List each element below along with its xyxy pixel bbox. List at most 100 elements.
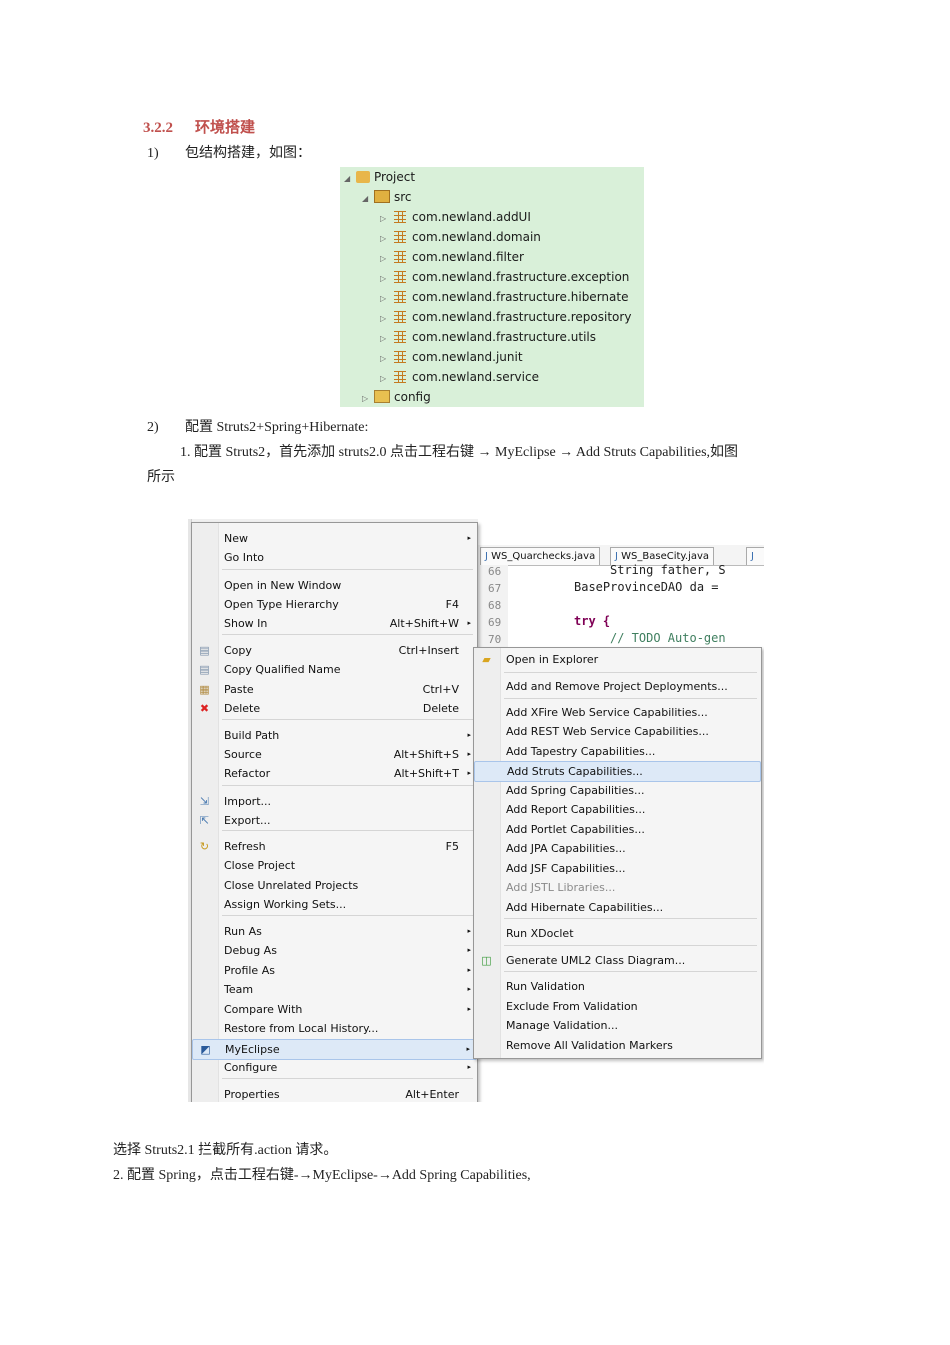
context-menu-item-profile-as[interactable]: Profile As ▸	[192, 961, 477, 980]
editor-tab-overflow[interactable]: J	[746, 547, 764, 565]
step2-line: 2) 配置 Struts2+Spring+Hibernate:	[147, 416, 368, 436]
submenu-arrow-icon: ▸	[467, 750, 471, 758]
context-menu-item-restore-from-local-history[interactable]: Restore from Local History...	[192, 1019, 477, 1038]
context-menu-item-import[interactable]: ⇲ Import...	[192, 792, 477, 811]
submenu-item-add-struts-capabilities[interactable]: Add Struts Capabilities...	[474, 761, 761, 782]
submenu-item-add-report-capabilities[interactable]: Add Report Capabilities...	[474, 800, 761, 819]
tree-package-row[interactable]: ▷ com.newland.frastructure.repository	[380, 307, 631, 327]
menu-item-label: Delete	[224, 702, 261, 715]
tree-config-row[interactable]: ▷ config	[362, 387, 431, 407]
submenu-item-label: Add JPA Capabilities...	[506, 842, 626, 855]
context-menu-item-compare-with[interactable]: Compare With ▸	[192, 1000, 477, 1019]
context-menu-item-properties[interactable]: Properties Alt+Enter	[192, 1085, 477, 1102]
submenu-item-add-jsf-capabilities[interactable]: Add JSF Capabilities...	[474, 859, 761, 878]
submenu-arrow-icon: ▸	[467, 534, 471, 542]
context-menu-item-debug-as[interactable]: Debug As ▸	[192, 941, 477, 960]
submenu-item-add-jstl-libraries[interactable]: Add JSTL Libraries...	[474, 878, 761, 897]
menu-item-shortcut: Alt+Shift+W	[389, 617, 459, 630]
submenu-arrow-icon: ▸	[467, 619, 471, 627]
section-number: 3.2.2	[143, 120, 173, 136]
context-menu-item-copy-qualified-name[interactable]: ▤ Copy Qualified Name	[192, 660, 477, 679]
step2-1-line1: 1. 配置 Struts2，首先添加 struts2.0 点击工程右键 → My…	[180, 445, 739, 460]
line-number: 70	[488, 633, 502, 646]
context-menu-item-close-unrelated-projects[interactable]: Close Unrelated Projects	[192, 876, 477, 895]
submenu-arrow-icon: ▸	[467, 985, 471, 993]
submenu-item-add-rest-web-service-capabilities[interactable]: Add REST Web Service Capabilities...	[474, 722, 761, 741]
submenu-item-add-hibernate-capabilities[interactable]: Add Hibernate Capabilities...	[474, 898, 761, 917]
collapsed-triangle-icon: ▷	[380, 234, 387, 243]
context-menu-item-delete[interactable]: ✖ Delete Delete	[192, 699, 477, 718]
export-icon: ⇱	[199, 814, 210, 827]
tree-package-row[interactable]: ▷ com.newland.frastructure.exception	[380, 267, 629, 287]
submenu-item-add-spring-capabilities[interactable]: Add Spring Capabilities...	[474, 781, 761, 800]
submenu-item-run-xdoclet[interactable]: Run XDoclet	[474, 924, 761, 943]
tree-package-row[interactable]: ▷ com.newland.filter	[380, 247, 524, 267]
folder-icon	[374, 390, 390, 403]
context-menu-item-assign-working-sets[interactable]: Assign Working Sets...	[192, 895, 477, 914]
context-menu-item-close-project[interactable]: Close Project	[192, 856, 477, 875]
context-menu-item-go-into[interactable]: Go Into	[192, 548, 477, 567]
menu-item-label: Close Project	[224, 859, 296, 872]
submenu-item-add-tapestry-capabilities[interactable]: Add Tapestry Capabilities...	[474, 742, 761, 761]
context-menu-item-team[interactable]: Team ▸	[192, 980, 477, 999]
context-menu-item-open-in-new-window[interactable]: Open in New Window	[192, 576, 477, 595]
submenu-item-label: Manage Validation...	[506, 1019, 618, 1032]
tree-package-row[interactable]: ▷ com.newland.service	[380, 367, 539, 387]
submenu-item-run-validation[interactable]: Run Validation	[474, 977, 761, 996]
package-icon	[394, 371, 406, 383]
tree-project-row[interactable]: ◢ Project	[344, 167, 415, 187]
context-menu-item-export[interactable]: ⇱ Export...	[192, 811, 477, 830]
tree-package-row[interactable]: ▷ com.newland.addUI	[380, 207, 531, 227]
code-line: // TODO Auto-gen	[610, 631, 726, 645]
line-number: 67	[488, 582, 502, 595]
tree-package-row[interactable]: ▷ com.newland.frastructure.utils	[380, 327, 596, 347]
submenu-item-add-jpa-capabilities[interactable]: Add JPA Capabilities...	[474, 839, 761, 858]
package-icon	[394, 271, 406, 283]
menu-item-label: Refresh	[224, 840, 266, 853]
delete-icon: ✖	[199, 702, 210, 715]
submenu-item-label: Run XDoclet	[506, 927, 574, 940]
submenu-item-add-portlet-capabilities[interactable]: Add Portlet Capabilities...	[474, 820, 761, 839]
context-menu-item-show-in[interactable]: Show In Alt+Shift+W ▸	[192, 614, 477, 633]
collapsed-triangle-icon: ▷	[380, 274, 387, 283]
context-menu-item-open-type-hierarchy[interactable]: Open Type Hierarchy F4	[192, 595, 477, 614]
menu-separator	[222, 785, 473, 786]
tree-package-row[interactable]: ▷ com.newland.junit	[380, 347, 523, 367]
submenu-item-exclude-from-validation[interactable]: Exclude From Validation	[474, 997, 761, 1016]
context-menu-item-refactor[interactable]: Refactor Alt+Shift+T ▸	[192, 764, 477, 783]
context-menu-item-refresh[interactable]: ↻ Refresh F5	[192, 837, 477, 856]
tree-package-row[interactable]: ▷ com.newland.frastructure.hibernate	[380, 287, 628, 307]
java-file-icon: J	[751, 551, 754, 562]
collapsed-triangle-icon: ▷	[380, 294, 387, 303]
submenu-item-manage-validation[interactable]: Manage Validation...	[474, 1016, 761, 1035]
submenu-item-label: Open in Explorer	[506, 653, 599, 666]
menu-item-label: Go Into	[224, 551, 265, 564]
tree-package-label: com.newland.frastructure.repository	[412, 310, 632, 324]
tree-src-row[interactable]: ◢ src	[362, 187, 412, 207]
uml-diagram-icon: ◫	[481, 954, 492, 967]
submenu-item-label: Add Tapestry Capabilities...	[506, 745, 656, 758]
context-menu-item-copy[interactable]: ▤ Copy Ctrl+Insert	[192, 641, 477, 660]
menu-separator	[222, 830, 473, 831]
submenu-item-remove-all-validation-markers[interactable]: Remove All Validation Markers	[474, 1036, 761, 1055]
context-menu-item-configure[interactable]: Configure ▸	[192, 1058, 477, 1077]
editor-tab-quarchecks[interactable]: J WS_Quarchecks.java	[480, 547, 601, 565]
context-menu-item-build-path[interactable]: Build Path ▸	[192, 726, 477, 745]
submenu-item-generate-uml2-class-diagram[interactable]: ◫ Generate UML2 Class Diagram...	[474, 951, 761, 970]
menu-item-label: Assign Working Sets...	[224, 898, 347, 911]
context-menu-item-run-as[interactable]: Run As ▸	[192, 922, 477, 941]
menu-item-shortcut: F4	[445, 598, 459, 611]
context-menu-item-myeclipse[interactable]: ◩ MyEclipse ▸	[192, 1039, 477, 1060]
context-menu-item-source[interactable]: Source Alt+Shift+S ▸	[192, 745, 477, 764]
submenu-item-add-and-remove-project-deployments[interactable]: Add and Remove Project Deployments...	[474, 677, 761, 696]
collapsed-triangle-icon: ▷	[380, 354, 387, 363]
context-menu-item-new[interactable]: New ▸	[192, 529, 477, 548]
context-menu-item-paste[interactable]: ▦ Paste Ctrl+V	[192, 680, 477, 699]
menu-item-label: Import...	[224, 795, 271, 808]
submenu-item-open-in-explorer[interactable]: ▰ Open in Explorer	[474, 650, 761, 669]
menu-separator	[504, 945, 757, 946]
code-line: try {	[574, 614, 611, 628]
tree-package-row[interactable]: ▷ com.newland.domain	[380, 227, 541, 247]
submenu-item-add-xfire-web-service-capabilities[interactable]: Add XFire Web Service Capabilities...	[474, 703, 761, 722]
menu-separator	[504, 918, 757, 919]
